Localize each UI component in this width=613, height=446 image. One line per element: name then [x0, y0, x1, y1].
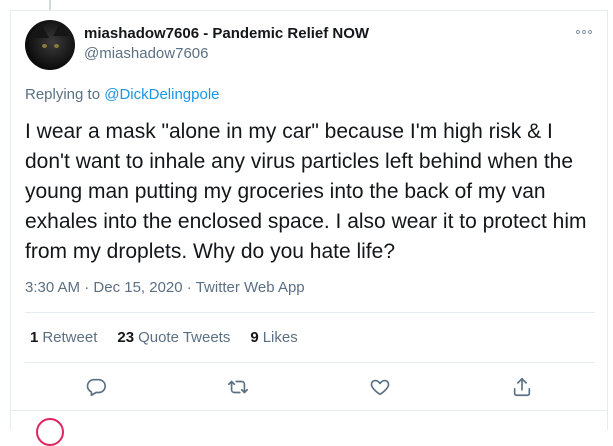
- divider: [10, 410, 608, 411]
- avatar-ear-left: [33, 24, 49, 38]
- avatar[interactable]: [25, 20, 75, 70]
- replying-to: Replying to @DickDelingpole: [25, 86, 220, 103]
- like-button[interactable]: [367, 374, 393, 400]
- tweet-source[interactable]: Twitter Web App: [196, 279, 305, 296]
- retweets-label: Retweet: [42, 329, 98, 346]
- meta-separator: ·: [186, 279, 192, 296]
- more-horizontal-icon[interactable]: [574, 25, 594, 39]
- reply-bubble-icon: [86, 378, 106, 397]
- likes-count: 9: [250, 329, 259, 346]
- share-icon: [513, 377, 531, 397]
- more-dot: [582, 30, 586, 34]
- tweet-time[interactable]: 3:30 AM: [25, 279, 80, 296]
- retweets-stat[interactable]: 1 Retweet: [30, 329, 97, 346]
- replying-to-label: Replying to: [25, 86, 101, 103]
- retweet-button[interactable]: [225, 374, 251, 400]
- more-dot: [588, 30, 592, 34]
- more-dot: [576, 30, 580, 34]
- next-tweet-avatar[interactable]: [36, 418, 64, 446]
- thread-connector: [49, 0, 51, 10]
- avatar-eye-left: [42, 44, 47, 48]
- avatar-eye-right: [54, 44, 59, 48]
- meta-separator: ·: [84, 279, 90, 296]
- replying-to-link[interactable]: @DickDelingpole: [104, 86, 219, 103]
- avatar-ear-right: [53, 22, 69, 36]
- tweet-text: I wear a mask "alone in my car" because …: [25, 120, 587, 263]
- share-button[interactable]: [509, 374, 535, 400]
- divider: [25, 362, 595, 363]
- likes-stat[interactable]: 9 Likes: [250, 329, 297, 346]
- display-name[interactable]: miashadow7606 - Pandemic Relief NOW: [84, 25, 369, 42]
- quote-tweets-count: 23: [117, 329, 135, 346]
- tweet-stats: 1 Retweet 23 Quote Tweets 9 Likes: [30, 329, 298, 346]
- retweet-icon: [228, 380, 248, 394]
- tweet-actions: [25, 372, 595, 402]
- quote-tweets-stat[interactable]: 23 Quote Tweets: [117, 329, 230, 346]
- likes-label: Likes: [262, 329, 298, 346]
- tweet-timestamp: 3:30 AM · Dec 15, 2020 · Twitter Web App: [25, 279, 305, 296]
- divider: [25, 312, 595, 313]
- tweet-date[interactable]: Dec 15, 2020: [93, 279, 182, 296]
- retweets-count: 1: [30, 329, 39, 346]
- user-handle[interactable]: @miashadow7606: [84, 45, 208, 62]
- reply-button[interactable]: [83, 374, 109, 400]
- quote-tweets-label: Quote Tweets: [138, 329, 231, 346]
- heart-icon: [370, 379, 390, 396]
